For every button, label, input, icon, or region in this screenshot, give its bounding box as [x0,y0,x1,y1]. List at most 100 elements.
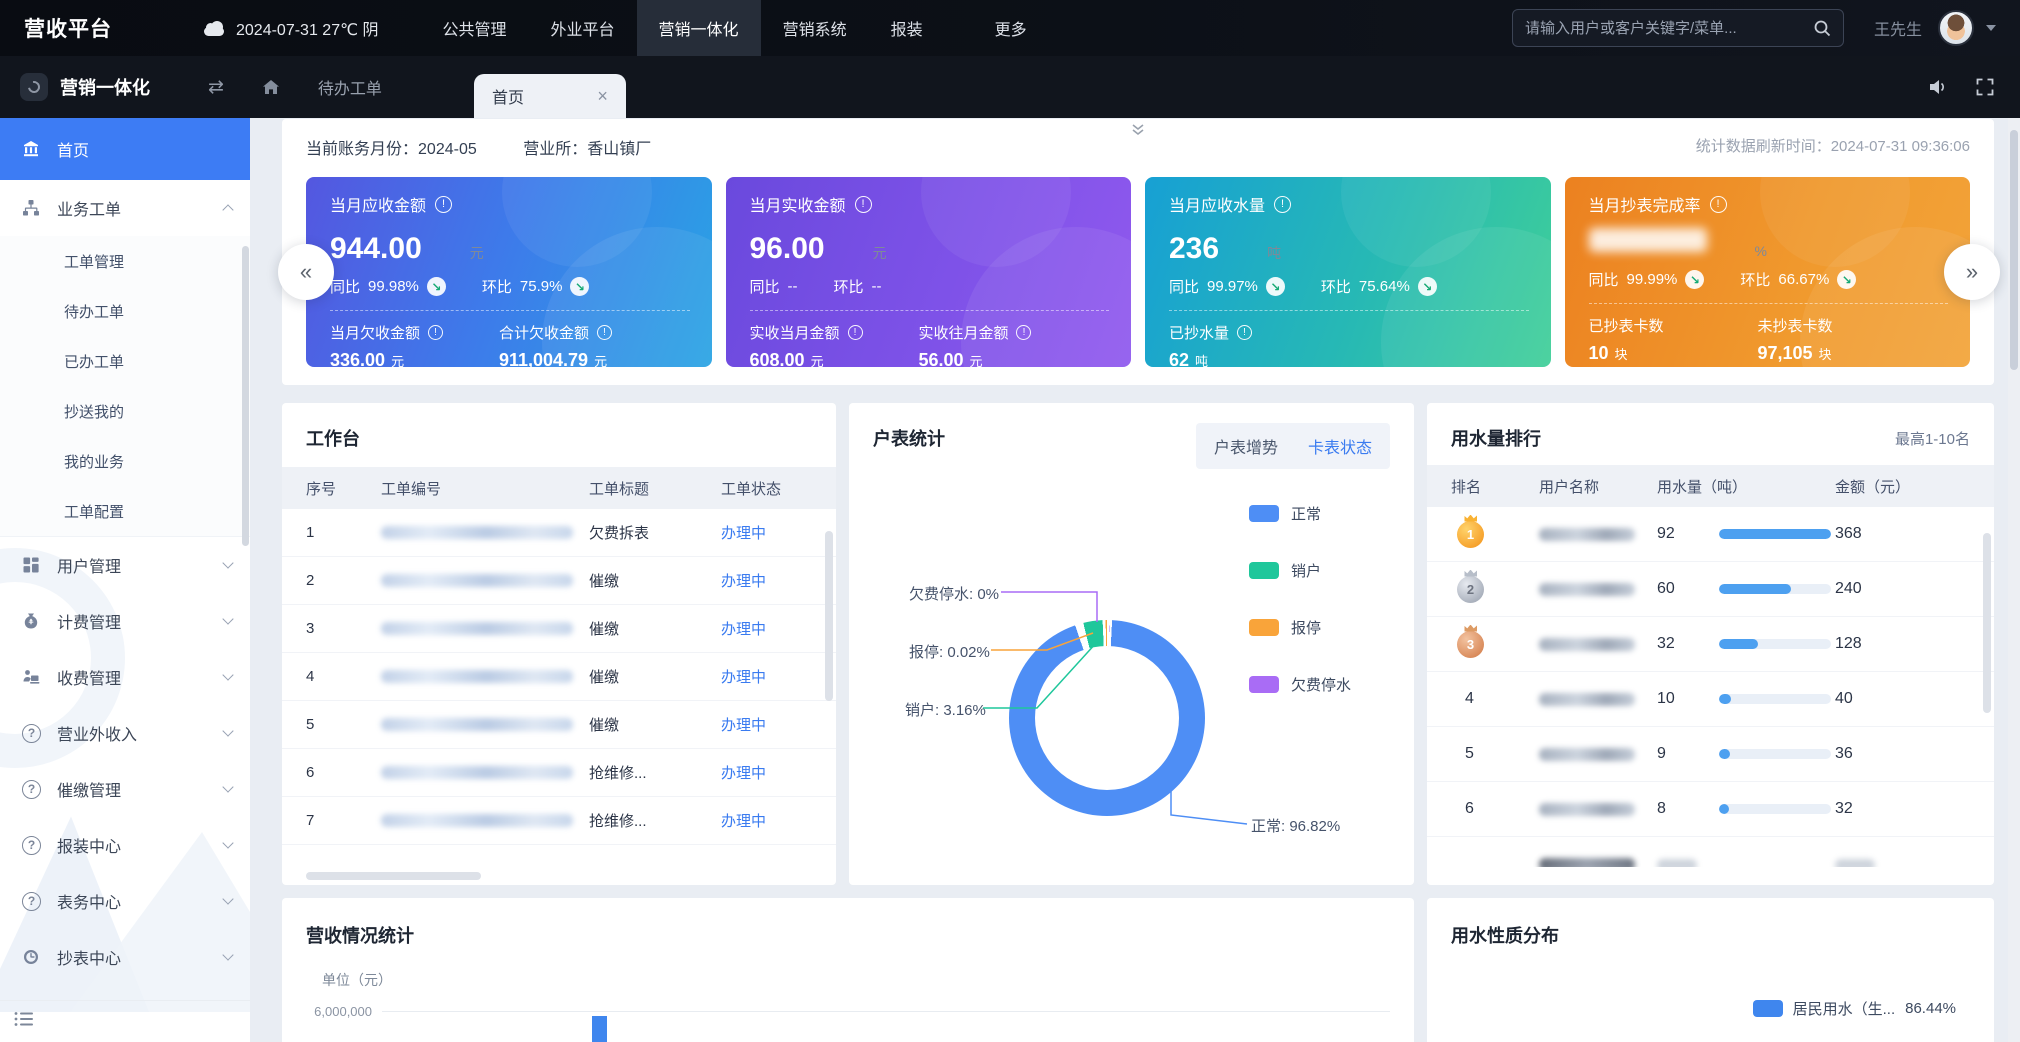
office-label: 营业所： [523,141,587,158]
legend-item[interactable]: 报停 [1249,617,1351,638]
nav-item-marketing-system[interactable]: 营销系统 [761,0,869,56]
info-icon[interactable] [1016,325,1031,340]
revenue-stats-panel: 营收情况统计 单位（元） 6,000,000 [282,898,1414,1042]
scrollbar-thumb-horizontal[interactable] [306,872,481,880]
sidebar-item-cc-me[interactable]: 抄送我的 [0,386,250,436]
user-menu[interactable]: 王先生 [1874,10,1996,46]
sidebar-scrollbar-thumb[interactable] [242,246,249,546]
legend-swatch [1249,676,1279,693]
chevron-down-icon [222,669,233,680]
table-row[interactable]: 3催缴办理中 [282,605,836,653]
table-row[interactable] [1427,837,1994,867]
legend-item[interactable]: 正常 [1249,503,1351,524]
status-link[interactable]: 办理中 [721,762,836,783]
sidebar-group-install-center[interactable]: 报装中心 [0,817,250,873]
sidebar-item-order-config[interactable]: 工单配置 [0,486,250,536]
table-row[interactable]: 1欠费拆表办理中 [282,509,836,557]
table-body: 1欠费拆表办理中 2催缴办理中 3催缴办理中 4催缴办理中 5催缴办理中 6抢维… [282,509,836,845]
nav-item-more[interactable]: 更多 [973,0,1049,56]
sidebar-group-billing-mgmt[interactable]: 计费管理 [0,593,250,649]
avatar[interactable] [1938,10,1974,46]
sidebar-item-label: 首页 [57,137,89,161]
home-icon[interactable] [262,79,280,95]
info-icon[interactable] [855,196,872,213]
table-row[interactable]: 2催缴办理中 [282,557,836,605]
tab-label: 首页 [492,84,524,108]
sidebar-group-collection-mgmt[interactable]: 催缴管理 [0,761,250,817]
chevron-down-icon[interactable] [1986,25,1996,31]
nav-item-field-platform[interactable]: 外业平台 [529,0,637,56]
table-row[interactable]: 6抢维修...办理中 [282,749,836,797]
panel-title: 用水量排行 [1451,425,1541,451]
nav-item-public-mgmt[interactable]: 公共管理 [421,0,529,56]
usage-bar [1719,749,1831,759]
global-search[interactable] [1512,9,1844,47]
status-link[interactable]: 办理中 [721,570,836,591]
info-icon[interactable] [1274,196,1291,213]
scrollbar-thumb[interactable] [2010,130,2018,370]
info-icon[interactable] [848,325,863,340]
sidebar-group-meter-reading-center[interactable]: 抄表中心 [0,929,250,985]
carousel-prev-button[interactable] [278,244,334,300]
sidebar-group-meter-affairs-center[interactable]: 表务中心 [0,873,250,929]
table-row[interactable]: 4催缴办理中 [282,653,836,701]
status-link[interactable]: 办理中 [721,810,836,831]
carousel-next-button[interactable] [1944,244,2000,300]
sidebar-item-my-business[interactable]: 我的业务 [0,436,250,486]
tab-card-status[interactable]: 卡表状态 [1308,434,1372,458]
nav-item-install-report[interactable]: 报装 [869,0,945,56]
status-link[interactable]: 办理中 [721,666,836,687]
table-row[interactable]: 2 60 240 [1427,562,1994,617]
fullscreen-icon[interactable] [1976,78,1994,96]
table-row[interactable]: 5催缴办理中 [282,701,836,749]
trend-down-icon [1837,270,1856,289]
table-row[interactable]: 1 92 368 [1427,507,1994,562]
sidebar-item-home[interactable]: 首页 [0,118,250,180]
table-row[interactable]: 5 9 36 [1427,727,1994,782]
sidebar-group-work-order[interactable]: 业务工单 [0,180,250,236]
scrollbar-thumb-vertical[interactable] [1983,533,1991,713]
legend-item[interactable]: 销户 [1249,560,1351,581]
collapse-chevron-icon[interactable] [1130,123,1146,142]
nav-item-marketing-integration[interactable]: 营销一体化 [637,0,761,56]
info-icon[interactable] [428,325,443,340]
info-icon[interactable] [435,196,452,213]
legend-item[interactable]: 居民用水（生... 86.44% [1753,998,1956,1019]
info-icon[interactable] [1237,325,1252,340]
table-row[interactable]: 3 32 128 [1427,617,1994,672]
refresh-time: 统计数据刷新时间：2024-07-31 09:36:06 [1696,135,1970,159]
scrollbar-thumb-vertical[interactable] [825,531,833,701]
table-row[interactable]: 4 10 40 [1427,672,1994,727]
quick-link-todo[interactable]: 待办工单 [318,75,382,99]
redacted-order-id [381,718,573,731]
redacted-value [1589,228,1707,252]
sidebar-group-label: 营业外收入 [57,721,137,745]
legend-swatch [1249,619,1279,636]
info-icon[interactable] [597,325,612,340]
menu-list-icon[interactable] [14,1011,34,1032]
table-row[interactable]: 7抢维修...办理中 [282,797,836,845]
tab-home[interactable]: 首页 [474,74,626,118]
close-icon[interactable] [597,86,608,107]
sidebar-item-todo-orders[interactable]: 待办工单 [0,286,250,336]
table-row[interactable]: 6 8 32 [1427,782,1994,837]
legend-item[interactable]: 欠费停水 [1249,674,1351,695]
info-icon[interactable] [1710,196,1727,213]
volume-icon[interactable] [1928,78,1948,96]
sidebar-item-order-mgmt[interactable]: 工单管理 [0,236,250,286]
status-link[interactable]: 办理中 [721,618,836,639]
sidebar-group-fee-collection[interactable]: 收费管理 [0,649,250,705]
sidebar-item-done-orders[interactable]: 已办工单 [0,336,250,386]
sidebar-group-non-operating-income[interactable]: 营业外收入 [0,705,250,761]
tab-meter-growth[interactable]: 户表增势 [1214,434,1278,458]
status-link[interactable]: 办理中 [721,714,836,735]
search-icon[interactable] [1813,19,1831,37]
search-input[interactable] [1525,20,1813,37]
status-link[interactable]: 办理中 [721,522,836,543]
page-scrollbar[interactable] [2008,118,2020,1042]
legend-swatch [1753,1000,1783,1017]
question-circle-icon [22,892,44,911]
account-month-label: 当前账务月份： [306,141,418,158]
switch-app-icon[interactable] [208,76,224,99]
sidebar-group-user-mgmt[interactable]: 用户管理 [0,537,250,593]
